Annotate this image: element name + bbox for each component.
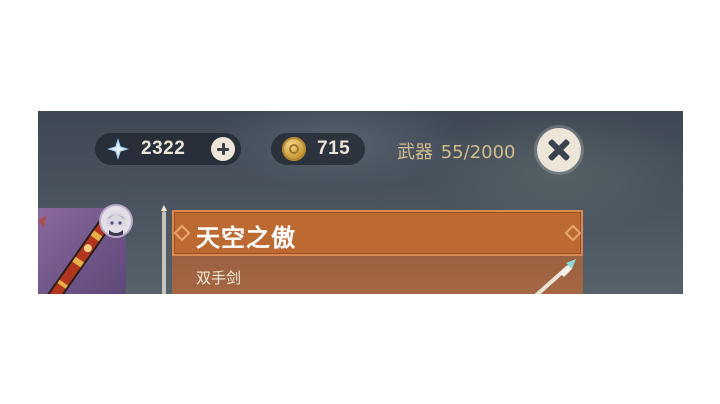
mora-coin-icon bbox=[282, 137, 306, 161]
primogem-star-icon bbox=[107, 138, 129, 160]
mora-amount: 715 bbox=[317, 138, 351, 159]
capacity-count: 55/2000 bbox=[440, 142, 516, 163]
weapon-detail-panel: 天空之傲 双手剑 bbox=[172, 210, 583, 294]
add-primogem-button[interactable] bbox=[211, 137, 235, 161]
weapon-title-bar: 天空之傲 bbox=[172, 210, 583, 256]
weapon-preview-image bbox=[534, 259, 576, 294]
list-scrollbar[interactable] bbox=[162, 211, 166, 294]
weapon-name: 天空之傲 bbox=[196, 224, 296, 252]
game-inventory-screen: 2322 715 武器 55/2000 ▲ 天空之傲 双手剑 bbox=[38, 111, 683, 294]
mora-counter: 715 bbox=[271, 133, 365, 165]
ornament-left-icon bbox=[173, 224, 191, 242]
primogem-counter: 2322 bbox=[95, 133, 241, 165]
capacity-category-label: 武器 bbox=[397, 142, 433, 163]
equipped-character-avatar bbox=[101, 206, 131, 236]
inventory-capacity: 武器 55/2000 bbox=[397, 138, 516, 164]
ornament-right-icon bbox=[564, 224, 582, 242]
primogem-amount: 2322 bbox=[141, 138, 186, 159]
weapon-type: 双手剑 bbox=[196, 269, 242, 287]
close-button[interactable] bbox=[537, 128, 581, 172]
